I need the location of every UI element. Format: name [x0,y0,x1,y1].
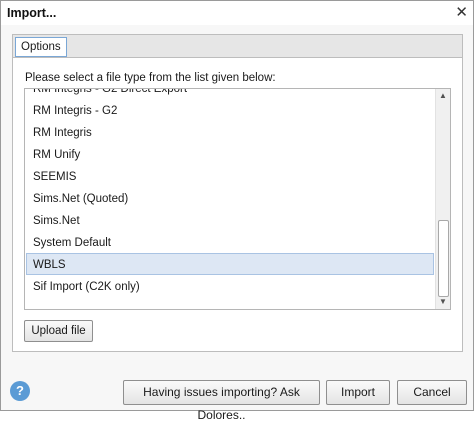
import-button[interactable]: Import [326,380,390,405]
list-item[interactable]: Sif Import (C2K only) [26,275,434,297]
list-item[interactable]: RM Integris - G2 [26,99,434,121]
list-scrollbar[interactable]: ▲ ▼ [435,89,450,309]
import-dialog: Import... ✕ Options Please select a file… [0,0,474,422]
upload-file-button[interactable]: Upload file [24,320,93,342]
list-item[interactable]: SEEMIS [26,165,434,187]
scrollbar-thumb[interactable] [438,220,449,297]
options-panel: Please select a file type from the list … [12,57,463,352]
scroll-up-arrow-icon[interactable]: ▲ [436,89,450,103]
list-item-selected[interactable]: WBLS [26,253,434,275]
tab-strip: Options [12,34,463,58]
list-item[interactable]: RM Integris - G2 Direct Export [26,89,434,99]
list-item[interactable]: RM Unify [26,143,434,165]
tab-options[interactable]: Options [15,37,67,57]
title-bar: Import... ✕ [1,1,473,25]
list-item[interactable]: Sims.Net [26,209,434,231]
scroll-down-arrow-icon[interactable]: ▼ [436,295,450,309]
file-type-prompt: Please select a file type from the list … [25,72,276,84]
file-type-items: RM Integris - G2 Direct Export RM Integr… [25,89,435,297]
dialog-title: Import... [7,6,57,20]
help-icon[interactable]: ? [10,381,30,401]
list-item[interactable]: System Default [26,231,434,253]
ask-dolores-button[interactable]: Having issues importing? Ask Dolores.. [123,380,320,422]
cancel-button[interactable]: Cancel [397,380,467,405]
file-type-list[interactable]: RM Integris - G2 Direct Export RM Integr… [24,88,451,310]
list-item[interactable]: Sims.Net (Quoted) [26,187,434,209]
close-icon[interactable]: ✕ [455,3,468,21]
list-item[interactable]: RM Integris [26,121,434,143]
